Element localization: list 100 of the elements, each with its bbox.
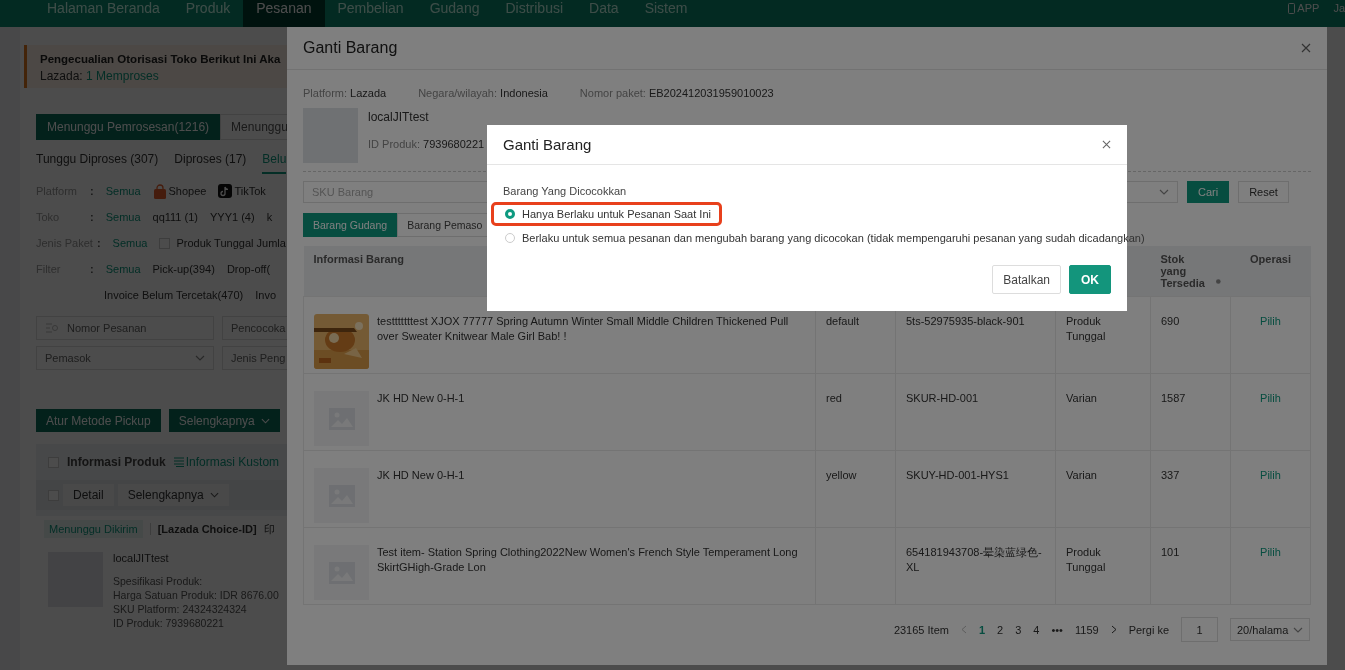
- table-cell: Produk Tunggal: [1066, 546, 1106, 573]
- page-input[interactable]: 1: [1181, 617, 1218, 642]
- label-colon: :: [96, 237, 101, 249]
- column-header: Stok yang Tersedia: [1160, 253, 1206, 289]
- item-name: Test item- Station Spring Clothing2022New Women's French Style Temperament Long SkirtGHigh-Grade Lon: [377, 545, 799, 575]
- page-number[interactable]: 3: [1015, 623, 1022, 636]
- filter-option[interactable]: Invo: [255, 289, 276, 301]
- notice-platform: Lazada:: [40, 69, 83, 83]
- dialog-title: Ganti Barang: [503, 136, 592, 153]
- filter-option[interactable]: Semua: [105, 185, 141, 197]
- table-cell: SKUR-HD-001: [906, 392, 979, 404]
- table-cell: 1587: [1161, 392, 1186, 404]
- filter-option[interactable]: qq111 (1): [152, 211, 198, 223]
- list-icon: [173, 457, 184, 467]
- user-name[interactable]: Ja: [1333, 0, 1345, 16]
- page-number[interactable]: 1: [978, 623, 986, 636]
- table-cell: Produk Tunggal: [1066, 315, 1106, 342]
- page-number[interactable]: 4: [1033, 623, 1040, 636]
- select-link[interactable]: Pilih: [1260, 546, 1281, 558]
- info-label: Nomor paket:: [579, 87, 646, 99]
- chevron-down-icon: [1159, 189, 1169, 195]
- filter-option[interactable]: Semua: [105, 263, 141, 275]
- table-cell: 101: [1161, 546, 1180, 558]
- close-icon[interactable]: [1301, 43, 1311, 53]
- music-note-icon: [218, 184, 233, 198]
- table-cell: 654181943708-晕染蓝绿色-XL: [906, 546, 1042, 573]
- prev-icon[interactable]: [960, 625, 967, 634]
- label-colon: :: [90, 211, 94, 223]
- nav-item[interactable]: Pesanan: [243, 0, 325, 27]
- table-cell: yellow: [826, 469, 857, 481]
- info-value: Indonesia: [500, 87, 548, 99]
- status-tab[interactable]: Menunggu Pemrosesan(1216): [36, 114, 221, 140]
- filter-option[interactable]: YYY1 (4): [210, 211, 255, 223]
- sub-tab[interactable]: Tunggu Diproses (307): [36, 152, 159, 174]
- cancel-button[interactable]: Batalkan: [992, 265, 1061, 294]
- ok-button[interactable]: OK: [1069, 265, 1111, 294]
- page-number[interactable]: 1159: [1075, 623, 1099, 636]
- app-link[interactable]: APP: [1297, 0, 1320, 16]
- product-name: localJITtest: [368, 110, 430, 124]
- shopping-bag-icon: [152, 183, 167, 199]
- radio-button[interactable]: [505, 233, 515, 243]
- table-cell: default: [826, 315, 860, 327]
- select-link[interactable]: Pilih: [1260, 469, 1281, 481]
- table-cell: red: [826, 392, 842, 404]
- tab[interactable]: Barang Gudang: [303, 213, 398, 237]
- select-link[interactable]: Pilih: [1260, 315, 1281, 327]
- label-colon: :: [90, 263, 94, 275]
- info-label: Platform:: [303, 87, 347, 99]
- filter-option[interactable]: Semua: [105, 211, 141, 223]
- info-value: EB202412031959010023: [648, 87, 774, 99]
- table-cell: 337: [1161, 469, 1180, 481]
- info-value: Lazada: [350, 87, 387, 99]
- filter-option[interactable]: Shopee: [168, 185, 207, 197]
- notice-status[interactable]: Memproses: [96, 69, 159, 83]
- product-name: localJITtest: [113, 552, 170, 564]
- detail-button[interactable]: Detail: [63, 484, 114, 506]
- filter-option[interactable]: k: [266, 211, 273, 223]
- radio-button[interactable]: [505, 209, 515, 219]
- chevron-down-icon: [1293, 626, 1303, 633]
- select-link[interactable]: Pilih: [1260, 392, 1281, 404]
- status-badge: Menunggu Dikirim: [44, 520, 143, 538]
- next-icon[interactable]: [1110, 625, 1117, 634]
- filter-option[interactable]: Semua: [112, 237, 148, 249]
- product-id: 7939680221: [423, 138, 485, 150]
- radio-option[interactable]: Hanya Berlaku untuk Pesanan Saat Ini: [491, 202, 722, 226]
- pickup-button[interactable]: Atur Metode Pickup: [36, 409, 161, 432]
- chevron-down-icon: [209, 492, 219, 498]
- notice-title: Pengecualian Otorisasi Toko Berikut Ini Aka: [40, 53, 282, 65]
- label-colon: :: [90, 185, 94, 197]
- filter-option[interactable]: Invoice Belum Tercetak(470): [104, 289, 244, 301]
- field-label: Barang Yang Dicocokkan: [503, 185, 628, 197]
- reset-button[interactable]: Reset: [1238, 181, 1289, 203]
- more-button[interactable]: Selengkapnya: [117, 484, 229, 506]
- goto-label: Pergi ke: [1128, 623, 1169, 636]
- page-size-select[interactable]: 20/halama: [1230, 618, 1310, 641]
- close-icon[interactable]: [1102, 140, 1111, 149]
- chevron-down-icon: [195, 355, 205, 361]
- custom-info-link[interactable]: Informasi Kustom: [185, 455, 280, 469]
- table-cell: Varian: [1066, 392, 1097, 404]
- page-number[interactable]: 2: [997, 623, 1004, 636]
- phone-icon: [1288, 2, 1296, 14]
- info-label: Negara/wilayah:: [418, 87, 498, 99]
- page-ellipsis[interactable]: •••: [1051, 623, 1063, 636]
- total-count: 23165 Item: [893, 623, 949, 636]
- filter-option[interactable]: Pick-up(394): [152, 263, 215, 275]
- filter-option[interactable]: Drop-off(: [226, 263, 271, 275]
- store-name: [Lazada Choice-ID]: [157, 523, 257, 535]
- filter-option[interactable]: TikTok: [234, 185, 266, 197]
- column-header: Operasi: [1230, 246, 1311, 297]
- item-name: testttttttest XJOX 77777 Spring Autumn Winter Small Middle Children Thickened Pull over Sweater Knitwear Male Girl Bab! !: [377, 314, 790, 344]
- modal-title: Ganti Barang: [303, 39, 398, 57]
- search-button[interactable]: Cari: [1187, 181, 1230, 203]
- more-button[interactable]: Selengkapnya: [168, 409, 280, 432]
- info-label: ID Produk:: [368, 138, 420, 150]
- checkbox-label: Produk Tunggal Jumla: [176, 237, 286, 249]
- sub-tab[interactable]: Diproses (17): [174, 152, 247, 174]
- table-cell: Varian: [1066, 469, 1097, 481]
- item-name: JK HD New 0-H-1: [377, 468, 465, 483]
- table-cell: 5ts-52975935-black-901: [906, 315, 1025, 327]
- notice-count: 1: [86, 69, 93, 83]
